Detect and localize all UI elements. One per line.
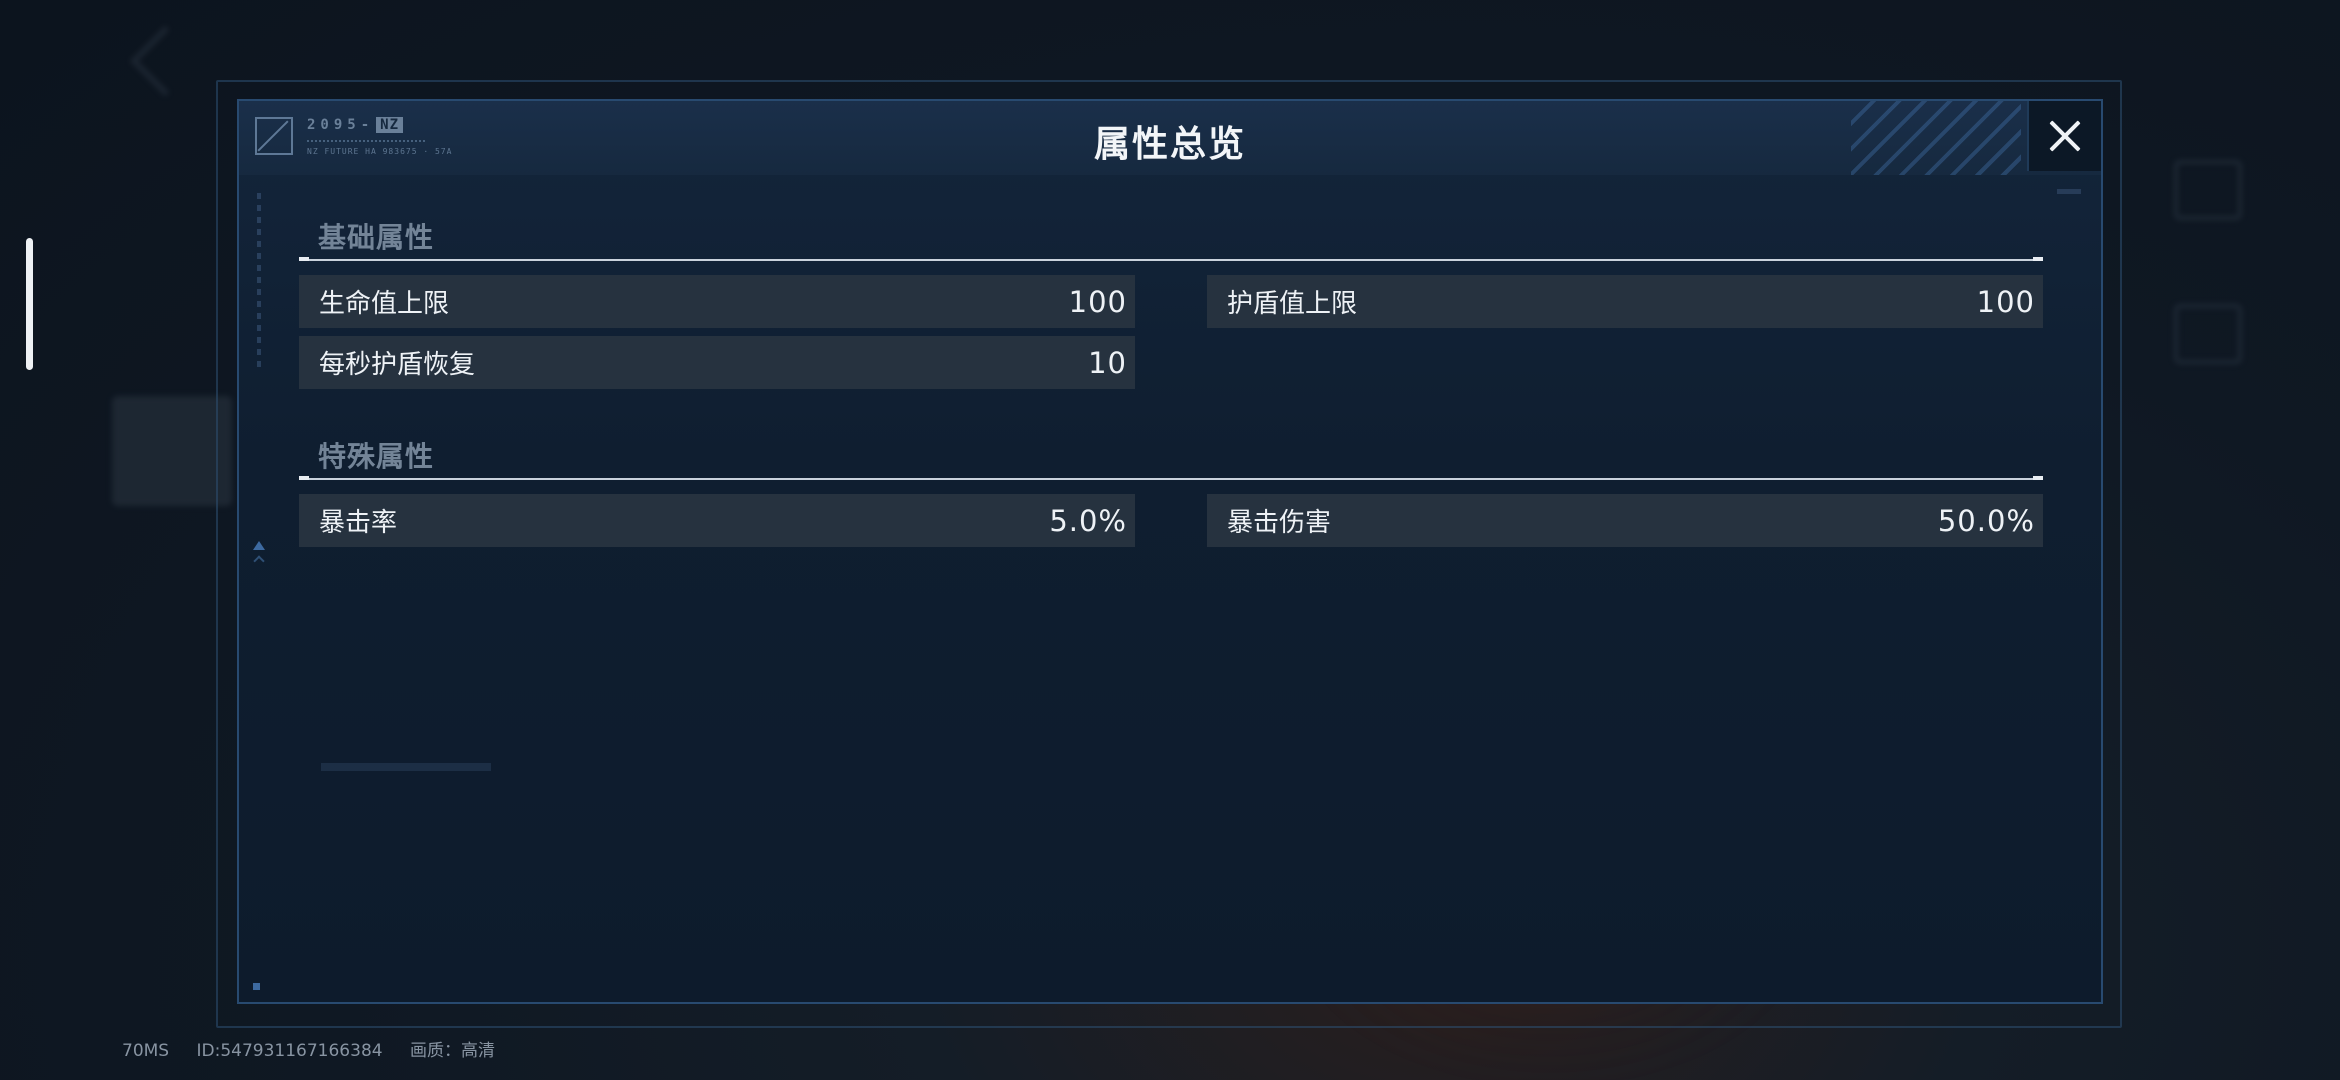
status-bar: 70MS ID:547931167166384 画质：高清: [122, 1036, 517, 1061]
stat-grid: 生命值上限 100 护盾值上限 100 每秒护盾恢复 10: [299, 275, 2043, 389]
section-special-attributes: 特殊属性 暴击率 5.0% 暴击伤害 50.0%: [299, 438, 2043, 547]
section-basic-attributes: 基础属性 生命值上限 100 护盾值上限 100 每秒护盾恢复 10: [299, 219, 2043, 389]
stat-row-crit-rate: 暴击率 5.0%: [299, 494, 1135, 547]
stat-row-max-shield: 护盾值上限 100: [1207, 275, 2043, 328]
section-title: 特殊属性: [318, 440, 435, 473]
stat-label: 生命值上限: [319, 289, 450, 319]
stat-value: 10: [1088, 345, 1127, 380]
background-right-icon: [2174, 304, 2242, 364]
scroll-handle[interactable]: [26, 238, 33, 370]
stat-row-max-hp: 生命值上限 100: [299, 275, 1135, 328]
stat-value: 50.0%: [1937, 503, 2035, 538]
left-rail-decoration: [257, 193, 261, 373]
background-card: [112, 396, 232, 506]
stat-value: 100: [1068, 284, 1127, 319]
close-button[interactable]: [2027, 101, 2101, 171]
chevron-up-icon: [253, 555, 265, 567]
modal-header: 2095- NZ NZ FUTURE HA 983675 · 57A 属性总览: [239, 101, 2101, 175]
up-arrow-icon: [253, 541, 265, 550]
background-right-icon: [2174, 160, 2242, 220]
stat-row-crit-damage: 暴击伤害 50.0%: [1207, 494, 2043, 547]
modal-title: 属性总览: [1093, 124, 1246, 165]
stat-label: 暴击率: [319, 508, 398, 538]
user-id: ID:547931167166384: [196, 1041, 383, 1061]
section-divider: [299, 476, 2043, 480]
stat-value: 5.0%: [1049, 503, 1127, 538]
attributes-overview-modal: 2095- NZ NZ FUTURE HA 983675 · 57A 属性总览 基…: [237, 99, 2103, 1004]
stat-value: 100: [1976, 284, 2035, 319]
stat-row-shield-regen: 每秒护盾恢复 10: [299, 336, 1135, 389]
stat-label: 护盾值上限: [1227, 289, 1358, 319]
terminal-bar-decoration: [321, 763, 491, 771]
background-back-arrow-icon: [129, 25, 201, 97]
close-icon: [2048, 119, 2082, 153]
corner-dash-decoration: [2057, 189, 2081, 194]
stat-grid: 暴击率 5.0% 暴击伤害 50.0%: [299, 494, 2043, 547]
rail-dot-decoration: [253, 983, 260, 990]
stat-label: 每秒护盾恢复: [319, 350, 476, 380]
quality-setting: 画质：高清: [409, 1041, 495, 1061]
section-divider: [299, 257, 2043, 261]
stat-label: 暴击伤害: [1227, 508, 1332, 538]
section-title: 基础属性: [318, 221, 435, 254]
latency-readout: 70MS: [122, 1041, 170, 1061]
